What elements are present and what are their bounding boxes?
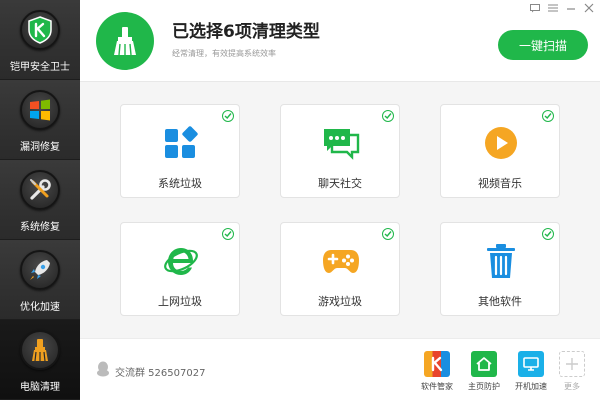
window-controls	[528, 2, 596, 14]
card-video-music[interactable]: 视频音乐	[440, 104, 560, 198]
tool-label: 主页防护	[468, 382, 500, 391]
plus-icon	[559, 351, 585, 377]
qq-group-number[interactable]: 交流群 526507027	[115, 364, 205, 379]
tool-more[interactable]: 更多	[548, 351, 596, 392]
chat-bubbles-icon	[321, 123, 361, 163]
card-other-software[interactable]: 其他软件	[440, 222, 560, 316]
sidebar-item-optimize-speed[interactable]: 优化加速	[0, 240, 80, 320]
card-system-junk[interactable]: 系统垃圾	[120, 104, 240, 198]
tiles-icon	[161, 123, 201, 163]
qq-penguin-icon	[96, 361, 110, 381]
menu-icon[interactable]	[546, 2, 560, 14]
card-label: 视频音乐	[478, 177, 522, 190]
shield-k-icon	[20, 10, 60, 50]
sidebar-item-pc-cleanup[interactable]: 电脑清理	[0, 320, 80, 400]
windows-logo-icon	[20, 90, 60, 130]
broom-icon	[20, 330, 60, 370]
sidebar-item-label: 电脑清理	[20, 382, 60, 393]
card-label: 其他软件	[478, 295, 522, 308]
wrench-screwdriver-icon	[20, 170, 60, 210]
sidebar-item-label: 铠甲安全卫士	[10, 62, 70, 73]
check-icon[interactable]	[542, 110, 554, 122]
page-subtitle: 经常清理，有效提高系统效率	[172, 49, 276, 58]
tool-homepage-protection[interactable]: 主页防护	[460, 351, 508, 392]
rocket-icon	[20, 250, 60, 290]
card-game-junk[interactable]: 游戏垃圾	[280, 222, 400, 316]
tool-label: 更多	[564, 382, 580, 391]
ie-browser-icon	[161, 241, 201, 281]
play-icon	[481, 123, 521, 163]
check-icon[interactable]	[542, 228, 554, 240]
check-icon[interactable]	[222, 228, 234, 240]
card-internet-junk[interactable]: 上网垃圾	[120, 222, 240, 316]
trash-icon	[481, 241, 521, 281]
software-k-icon	[424, 351, 450, 377]
broom-icon	[96, 12, 154, 70]
minimize-icon[interactable]	[564, 2, 578, 14]
cleanup-category-grid: 系统垃圾 聊天社交 视频音乐 上网垃圾 游戏垃圾 其他软件	[80, 82, 600, 338]
one-click-scan-button[interactable]: 一键扫描	[498, 30, 588, 60]
card-label: 聊天社交	[318, 177, 362, 190]
tool-software-manager[interactable]: 软件管家	[413, 351, 461, 392]
page-title: 已选择6项清理类型	[172, 22, 320, 42]
tool-label: 软件管家	[421, 382, 453, 391]
sidebar-item-label: 系统修复	[20, 222, 60, 233]
feedback-icon[interactable]	[528, 2, 542, 14]
card-label: 系统垃圾	[158, 177, 202, 190]
check-icon[interactable]	[222, 110, 234, 122]
sidebar-item-vulnerability-fix[interactable]: 漏洞修复	[0, 80, 80, 160]
check-icon[interactable]	[382, 110, 394, 122]
sidebar-item-security-guard[interactable]: 铠甲安全卫士	[0, 0, 80, 80]
tool-label: 开机加速	[515, 382, 547, 391]
sidebar: 铠甲安全卫士 漏洞修复 系统修复 优化加速 电脑清理	[0, 0, 80, 400]
sidebar-item-label: 漏洞修复	[20, 142, 60, 153]
monitor-icon	[518, 351, 544, 377]
home-shield-icon	[471, 351, 497, 377]
header: 已选择6项清理类型 经常清理，有效提高系统效率 一键扫描	[80, 0, 600, 82]
close-icon[interactable]	[582, 2, 596, 14]
card-label: 游戏垃圾	[318, 295, 362, 308]
qq-group-info: 交流群 526507027	[96, 361, 205, 381]
gamepad-icon	[321, 241, 361, 281]
sidebar-item-system-repair[interactable]: 系统修复	[0, 160, 80, 240]
footer: 交流群 526507027 软件管家 主页防护 开机加速 更多	[80, 338, 600, 400]
card-chat-social[interactable]: 聊天社交	[280, 104, 400, 198]
sidebar-item-label: 优化加速	[20, 302, 60, 313]
check-icon[interactable]	[382, 228, 394, 240]
card-label: 上网垃圾	[158, 295, 202, 308]
